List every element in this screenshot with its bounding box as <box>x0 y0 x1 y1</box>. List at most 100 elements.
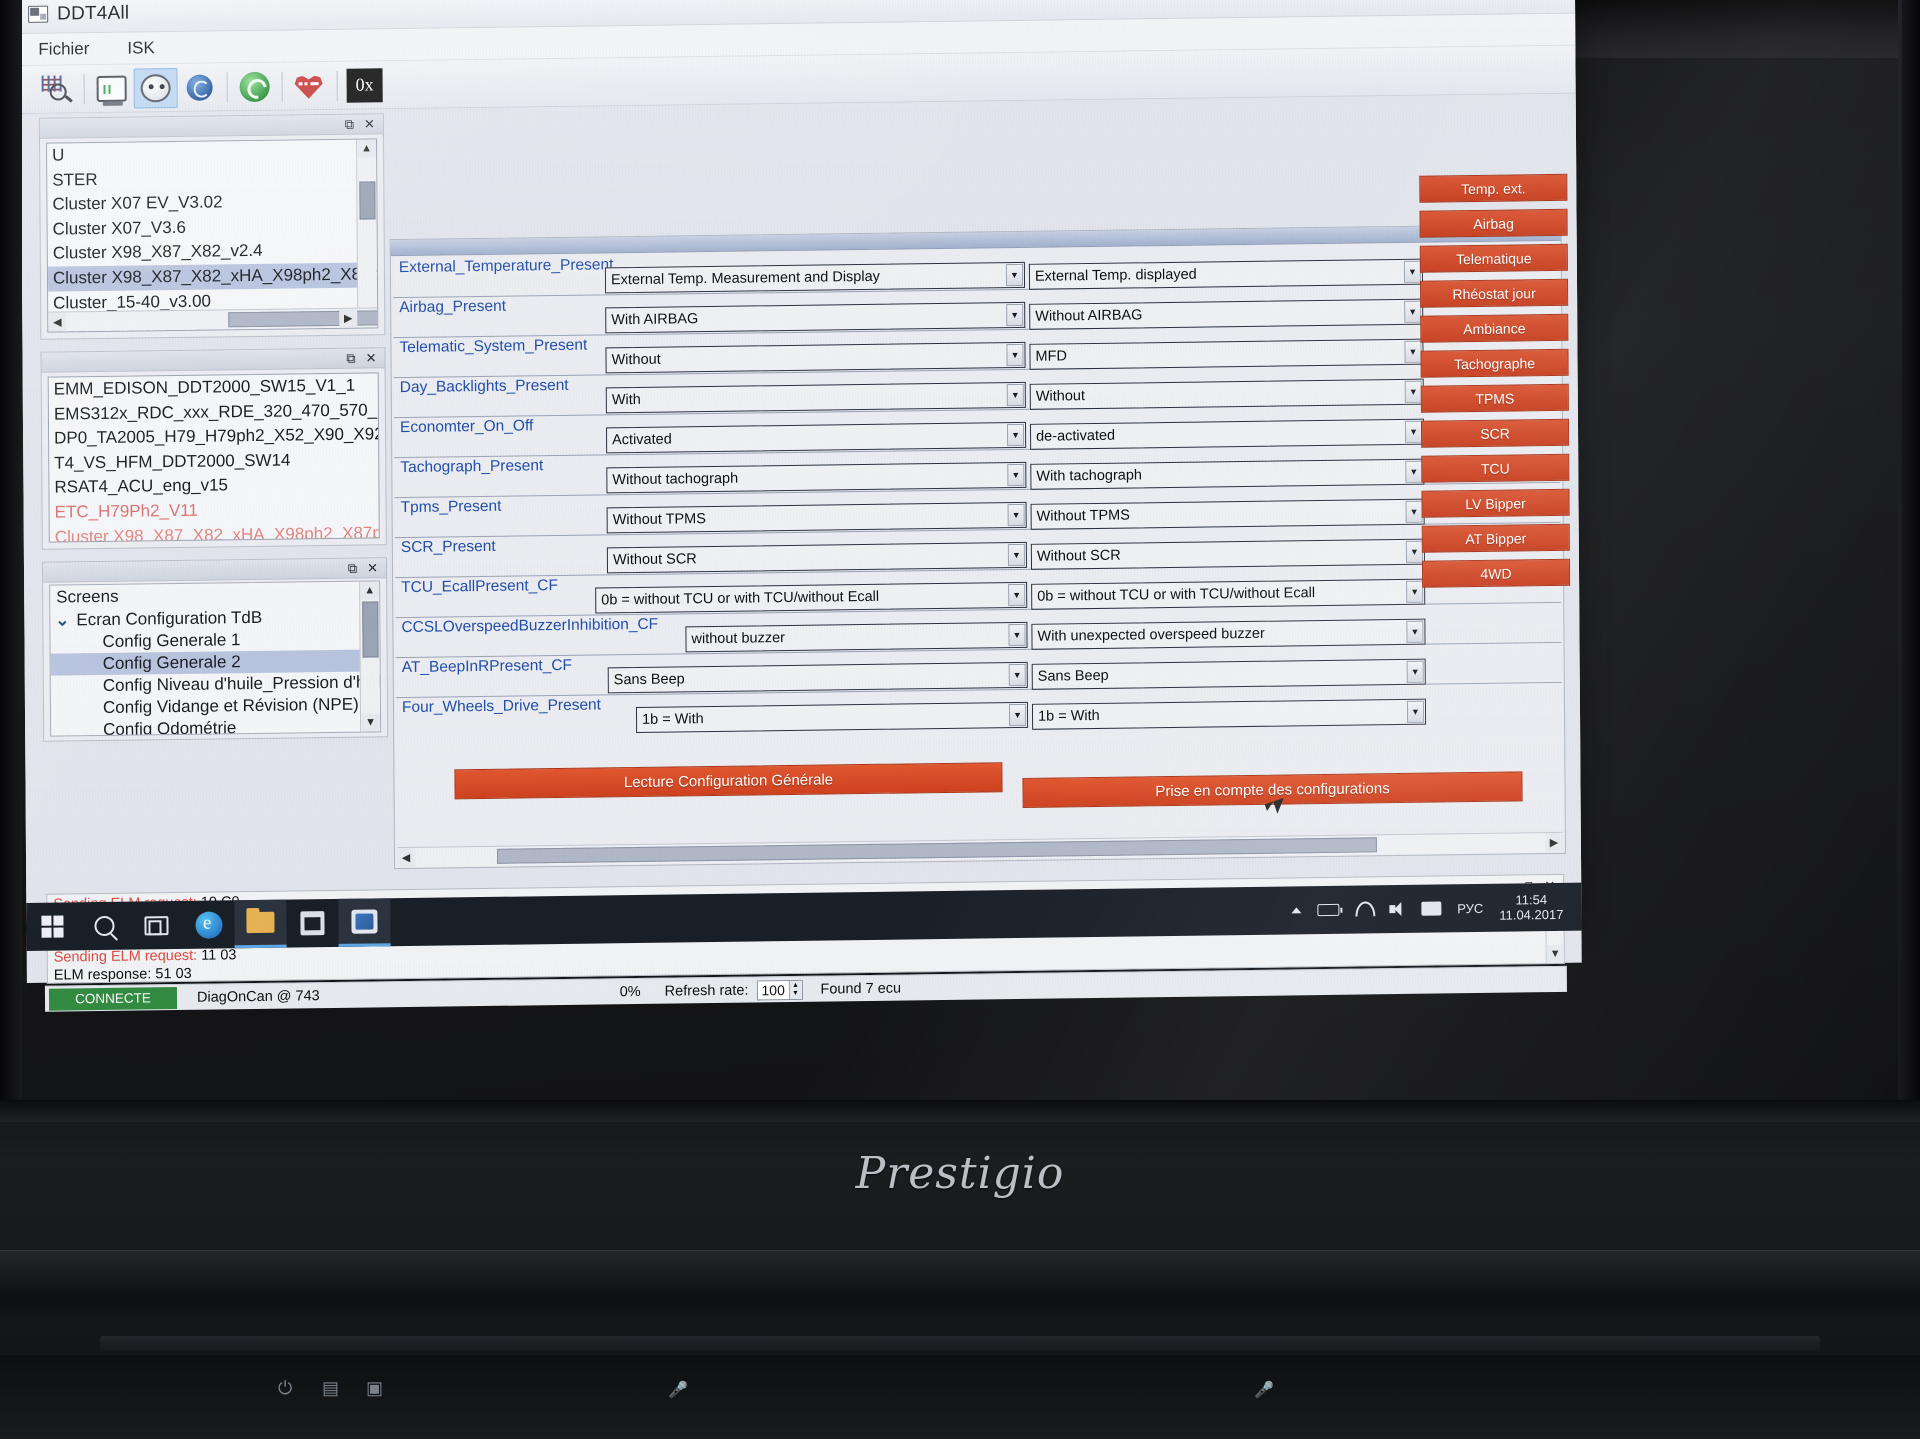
ecu-list-top[interactable]: U STER Cluster X07 EV_V3.02 Cluster X07_… <box>46 138 379 333</box>
config-value-primary[interactable]: 0b = without TCU or with TCU/without Eca… <box>595 581 1028 614</box>
config-value-primary[interactable]: Without ▼ <box>605 341 1026 374</box>
quick-button-temp-ext[interactable]: Temp. ext. <box>1419 173 1568 203</box>
quick-button-tcu[interactable]: TCU <box>1421 453 1570 483</box>
float-icon[interactable]: ⧉ <box>345 117 354 132</box>
chevron-down-icon[interactable]: ▼ <box>1005 263 1024 287</box>
config-value-primary[interactable]: without buzzer ▼ <box>685 621 1028 653</box>
config-value-primary[interactable]: Without tachograph ▼ <box>606 461 1027 494</box>
chevron-down-icon[interactable]: ▼ <box>1406 580 1424 603</box>
ecu-list-top-vscrollbar[interactable]: ▲ ▼ <box>356 139 378 328</box>
chevron-down-icon[interactable]: ▼ <box>1006 343 1024 367</box>
config-value-primary[interactable]: With AIRBAG ▼ <box>605 301 1026 334</box>
chevron-down-icon[interactable]: ▼ <box>1404 380 1422 403</box>
microsoft-store-icon[interactable] <box>286 899 338 948</box>
list-item[interactable]: Cluster X98_X87_X82_xHA_X98ph2_X87ph2_v7… <box>50 521 380 542</box>
menu-isk[interactable]: ISK <box>127 38 155 58</box>
screens-tree-vscrollbar[interactable]: ▲ ▼ <box>359 581 381 732</box>
stepper-arrows-icon[interactable]: ▲ ▼ <box>788 980 802 999</box>
chevron-down-icon[interactable]: ▼ <box>1007 503 1025 527</box>
scroll-right-icon[interactable]: ▶ <box>1544 832 1563 853</box>
chevron-down-icon[interactable]: ▼ <box>1404 300 1422 323</box>
scroll-down-icon[interactable]: ▼ <box>1546 944 1564 964</box>
chevron-down-icon[interactable]: ▼ <box>1404 420 1423 443</box>
ecu-list-top-hscrollbar[interactable]: ◀ ▶ <box>48 307 379 332</box>
config-value-primary[interactable]: Sans Beep ▼ <box>607 661 1028 694</box>
ddt4all-app-icon[interactable] <box>338 898 391 947</box>
quick-button-tachographe[interactable]: Tachographe <box>1420 348 1569 378</box>
expert-mode-icon[interactable] <box>133 67 178 109</box>
refresh-blue-icon[interactable] <box>177 67 221 108</box>
scroll-left-icon[interactable]: ◀ <box>396 847 416 868</box>
config-value-primary[interactable]: Without SCR ▼ <box>606 541 1027 574</box>
quick-button-telematique[interactable]: Telematique <box>1419 243 1568 273</box>
config-value-primary[interactable]: External Temp. Measurement and Display ▼ <box>604 261 1026 294</box>
chevron-down-icon[interactable]: ▼ <box>1008 583 1026 607</box>
hex-mode-button[interactable]: 0x <box>342 65 386 106</box>
refresh-green-icon[interactable] <box>232 66 276 107</box>
quick-button-at-bipper[interactable]: AT Bipper <box>1421 523 1570 553</box>
scroll-up-icon[interactable]: ▲ <box>357 139 377 158</box>
edge-browser-icon[interactable] <box>182 900 234 949</box>
vehicle-health-icon[interactable] <box>287 65 331 106</box>
read-general-configuration-button[interactable]: Lecture Configuration Générale <box>454 762 1003 800</box>
close-icon[interactable]: ✕ <box>364 116 375 131</box>
tree-node-config-odometrie[interactable]: Config Odométrie <box>51 715 380 736</box>
scroll-left-icon[interactable]: ◀ <box>48 312 67 332</box>
ecu-list-mid[interactable]: EMM_EDISON_DDT2000_SW15_V1_1 EMS312x_RDC… <box>47 372 380 543</box>
config-value-primary[interactable]: Activated ▼ <box>606 421 1027 454</box>
scroll-up-icon[interactable]: ▲ <box>360 581 380 600</box>
quick-button-tpms[interactable]: TPMS <box>1420 383 1569 413</box>
refresh-rate-stepper[interactable]: 100 ▲ ▼ <box>756 979 803 1000</box>
close-icon[interactable]: ✕ <box>366 350 377 365</box>
wifi-icon[interactable] <box>1355 903 1373 916</box>
chevron-up-icon[interactable] <box>1291 907 1302 914</box>
keyboard-icon[interactable] <box>1421 901 1442 916</box>
float-icon[interactable]: ⧉ <box>346 351 355 366</box>
chevron-down-icon[interactable]: ▼ <box>1404 340 1422 363</box>
scroll-thumb[interactable] <box>362 601 379 658</box>
chevron-down-icon[interactable]: ▼ <box>1403 260 1422 283</box>
scroll-thumb[interactable] <box>359 181 376 220</box>
data-monitor-icon[interactable] <box>90 68 134 109</box>
chevron-down-icon[interactable]: ▼ <box>1007 543 1025 567</box>
clock[interactable]: 11:54 11.04.2017 <box>1499 891 1567 923</box>
chevron-down-icon[interactable]: ▼ <box>1008 703 1027 727</box>
chevron-down-icon[interactable]: ▼ <box>1405 500 1423 523</box>
chevron-down-icon[interactable]: ▼ <box>1406 620 1424 643</box>
chevron-down-icon[interactable]: ⌄ <box>54 610 70 630</box>
task-view-icon[interactable] <box>130 901 182 950</box>
screens-tree[interactable]: Screens ⌄ Ecran Configuration TdB Config… <box>49 580 382 737</box>
chevron-down-icon[interactable]: ▼ <box>1007 463 1025 487</box>
quick-button-4wd[interactable]: 4WD <box>1421 558 1571 588</box>
chevron-down-icon[interactable]: ▼ <box>1006 383 1024 407</box>
chevron-down-icon[interactable]: ▼ <box>1006 423 1025 447</box>
config-value-secondary[interactable]: 1b = With ▼ <box>1031 698 1427 730</box>
scan-ecu-icon[interactable] <box>35 69 79 110</box>
chevron-down-icon[interactable]: ▼ <box>1405 460 1423 483</box>
volume-icon[interactable] <box>1389 902 1405 916</box>
chevron-down-icon[interactable]: ▼ <box>1008 663 1026 687</box>
language-indicator[interactable]: РУС <box>1457 900 1483 915</box>
search-icon[interactable] <box>78 902 130 951</box>
config-value-primary[interactable]: Without TPMS ▼ <box>606 501 1027 534</box>
chevron-down-icon[interactable]: ▼ <box>1406 660 1424 683</box>
menu-fichier[interactable]: Fichier <box>38 39 89 60</box>
quick-button-airbag[interactable]: Airbag <box>1419 208 1568 238</box>
quick-button-scr[interactable]: SCR <box>1420 418 1570 448</box>
close-icon[interactable]: ✕ <box>367 560 378 575</box>
file-explorer-icon[interactable] <box>234 899 287 949</box>
scroll-right-icon[interactable]: ▶ <box>339 308 358 328</box>
quick-button-lv-bipper[interactable]: LV Bipper <box>1421 488 1570 518</box>
chevron-down-icon[interactable]: ▼ <box>1008 623 1026 647</box>
quick-button-rheostat-jour[interactable]: Rhéostat jour <box>1419 278 1569 308</box>
scroll-down-icon[interactable]: ▼ <box>361 713 381 732</box>
battery-icon[interactable] <box>1317 903 1340 917</box>
config-value-primary[interactable]: With ▼ <box>605 381 1026 414</box>
float-icon[interactable]: ⧉ <box>348 561 357 576</box>
chevron-down-icon[interactable]: ▼ <box>1406 700 1425 723</box>
config-value-primary[interactable]: 1b = With ▼ <box>635 701 1029 733</box>
windows-start-icon[interactable] <box>26 902 78 951</box>
chevron-down-icon[interactable]: ▼ <box>1405 540 1423 563</box>
chevron-down-icon[interactable]: ▼ <box>1006 303 1024 327</box>
quick-button-ambiance[interactable]: Ambiance <box>1420 313 1569 343</box>
